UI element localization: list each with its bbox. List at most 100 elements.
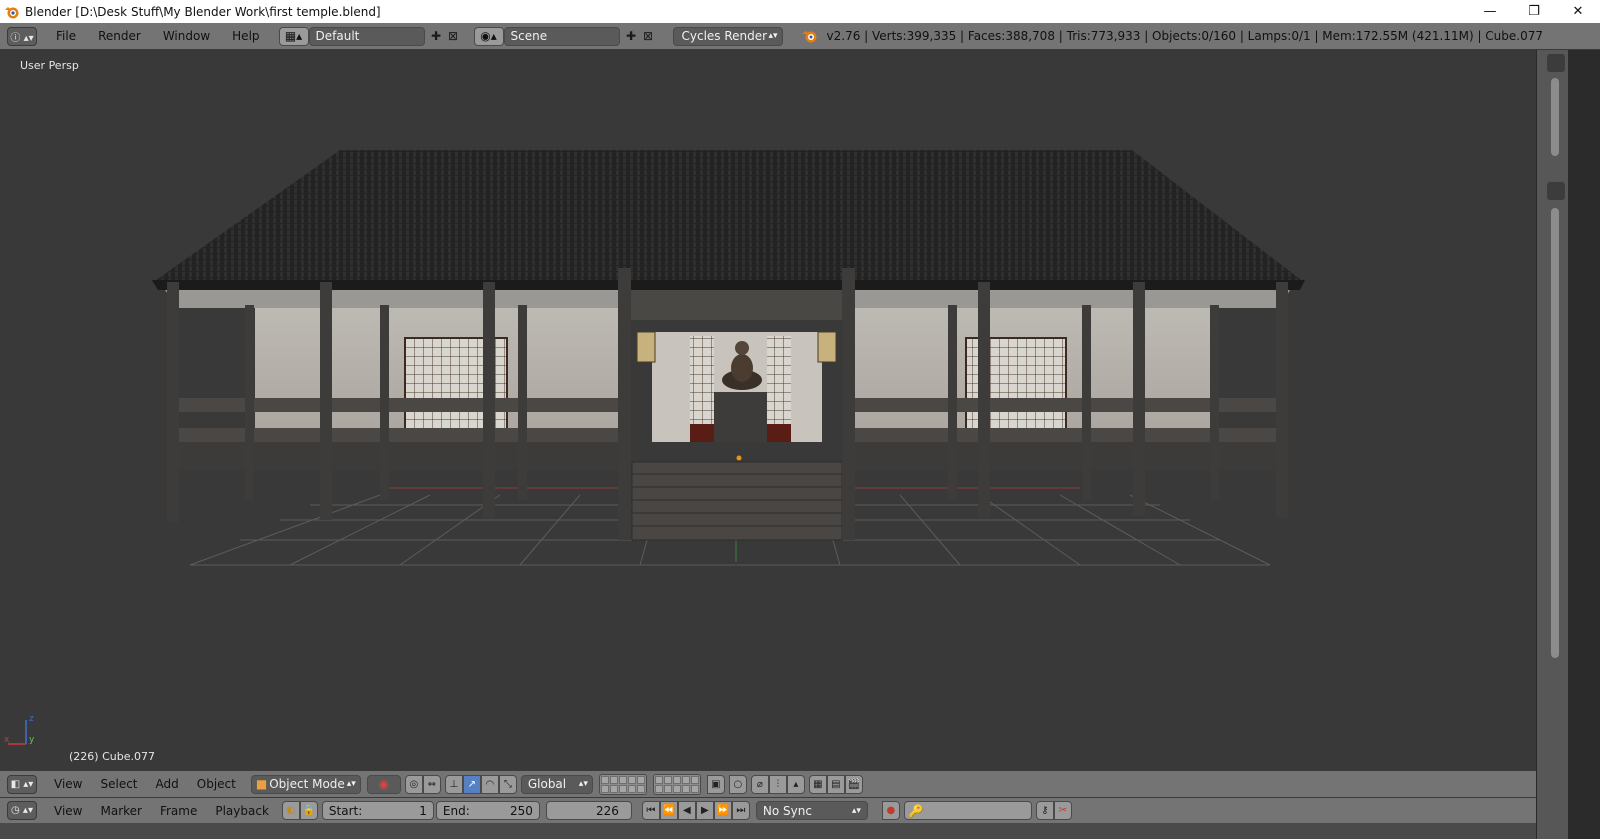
- menu-frame[interactable]: Frame: [151, 804, 206, 818]
- close-button[interactable]: ✕: [1556, 0, 1600, 23]
- end-label: End:: [442, 803, 470, 818]
- transform-orientation-dropdown[interactable]: Global ▴▾: [520, 774, 593, 794]
- menu-render[interactable]: Render: [87, 29, 152, 43]
- remove-scene-icon[interactable]: ⊠: [640, 28, 657, 45]
- object-origin-dot: [736, 455, 742, 461]
- translate-manipulator-icon[interactable]: ↗: [462, 774, 481, 794]
- menu-select[interactable]: Select: [91, 777, 146, 791]
- bottom-strip: [0, 823, 1536, 839]
- pivot-group: ◎ ⇔: [404, 774, 441, 794]
- keying-set-field[interactable]: 🔑: [903, 801, 1032, 820]
- editor-type-info-button[interactable]: ⓘ ▴▾: [7, 26, 37, 46]
- layer-lock-icon[interactable]: ▣: [706, 774, 725, 794]
- menu-view[interactable]: View: [45, 777, 91, 791]
- sync-mode-dropdown[interactable]: No Sync ▴▾: [755, 801, 868, 820]
- lantern-left: [636, 331, 656, 363]
- properties-panel-strip[interactable]: [1536, 50, 1568, 839]
- properties-scrollbar[interactable]: [1551, 208, 1559, 658]
- properties-icon[interactable]: [1547, 182, 1565, 200]
- prev-keyframe-icon[interactable]: ⏪: [659, 801, 678, 820]
- menu-object[interactable]: Object: [188, 777, 245, 791]
- keying-set-icon: 🔑: [908, 803, 924, 818]
- editor-type-3d-view-button[interactable]: ◧ ▴▾: [7, 774, 37, 794]
- play-icon[interactable]: ▶: [695, 801, 714, 820]
- start-value: 1: [419, 803, 427, 818]
- menu-playback[interactable]: Playback: [206, 804, 278, 818]
- opengl-animation-icon[interactable]: ▤: [826, 774, 845, 794]
- scale-manipulator-icon[interactable]: ⤡: [498, 774, 517, 794]
- start-frame-field[interactable]: Start: 1: [321, 801, 434, 820]
- rotate-manipulator-icon[interactable]: ◠: [480, 774, 499, 794]
- menu-add[interactable]: Add: [147, 777, 188, 791]
- screen-layout-name: Default: [315, 29, 360, 43]
- scene-browse-button[interactable]: ◉▴: [473, 26, 504, 46]
- snapping-group: ⌀ ⫶ ▴: [750, 774, 805, 794]
- outliner-scrollbar[interactable]: [1551, 78, 1559, 156]
- scene-statistics: v2.76 | Verts:399,335 | Faces:388,708 | …: [826, 29, 1544, 43]
- proportional-editing-icon[interactable]: ○: [728, 774, 747, 794]
- interaction-mode-dropdown[interactable]: ■ Object Mode ▴▾: [250, 774, 361, 794]
- menu-window[interactable]: Window: [152, 29, 221, 43]
- menu-file[interactable]: File: [45, 29, 87, 43]
- opengl-render-icon[interactable]: ▦: [808, 774, 827, 794]
- use-preview-range-icon[interactable]: ◐: [281, 801, 300, 820]
- remove-screen-icon[interactable]: ⊠: [445, 28, 462, 45]
- snap-target-icon[interactable]: ▴: [786, 774, 805, 794]
- end-frame-field[interactable]: End: 250: [435, 801, 540, 820]
- screen-layout-field[interactable]: Default: [308, 26, 425, 46]
- clapper-icon[interactable]: 🎬: [844, 774, 863, 794]
- axis-gizmo: z y x: [4, 714, 35, 745]
- add-scene-icon[interactable]: ✚: [623, 28, 640, 45]
- menu-timeline-view[interactable]: View: [45, 804, 91, 818]
- axis-y-label: y: [29, 735, 35, 745]
- screen-layout-browse-button[interactable]: ▦▴: [278, 26, 309, 46]
- manipulate-centers-icon[interactable]: ⇔: [422, 774, 441, 794]
- snap-element-icon[interactable]: ⫶: [768, 774, 787, 794]
- menu-marker[interactable]: Marker: [91, 804, 150, 818]
- info-icon: ⓘ ▴▾: [10, 32, 34, 44]
- pivot-point-icon[interactable]: ◎: [404, 774, 423, 794]
- manipulator-toggle-icon[interactable]: ⊥: [444, 774, 463, 794]
- scene-layers-b[interactable]: [652, 773, 701, 795]
- current-frame-value: 226: [596, 803, 619, 818]
- 3d-view-menu: View Select Add Object: [45, 777, 245, 791]
- restore-button[interactable]: ❐: [1512, 0, 1556, 23]
- menu-help[interactable]: Help: [221, 29, 270, 43]
- delete-keyframe-icon[interactable]: ✂: [1053, 801, 1072, 820]
- lock-time-cursor-icon[interactable]: 🔒: [299, 801, 318, 820]
- lantern-right: [817, 331, 837, 363]
- jump-start-icon[interactable]: ⏮: [641, 801, 660, 820]
- record-group: ●: [881, 801, 900, 820]
- layout-grid-icon: ▦▴: [284, 29, 303, 43]
- editor-type-timeline-button[interactable]: ◷ ▴▾: [7, 801, 37, 820]
- record-keyframe-icon[interactable]: ●: [881, 801, 900, 820]
- transform-orientation-label: Global: [527, 777, 567, 791]
- outliner-icon[interactable]: [1547, 54, 1565, 72]
- play-reverse-icon[interactable]: ◀: [677, 801, 696, 820]
- temple-roof: [152, 150, 1305, 283]
- render-engine-dropdown[interactable]: Cycles Render ▴▾: [672, 26, 783, 46]
- scene-layers-a[interactable]: [598, 773, 647, 795]
- window-title: Blender [D:\Desk Stuff\My Blender Work\f…: [25, 4, 381, 19]
- view-tools-group: ▣: [706, 774, 725, 794]
- render-engine-label: Cycles Render: [681, 29, 768, 43]
- add-screen-icon[interactable]: ✚: [428, 28, 445, 45]
- viewport-shading-dropdown[interactable]: ◉: [366, 774, 401, 794]
- render-preview-group: ▦ ▤ 🎬: [808, 774, 863, 794]
- cube-icon: ◧ ▴▾: [10, 778, 34, 790]
- jump-end-icon[interactable]: ⏭: [731, 801, 750, 820]
- sync-mode-label: No Sync: [762, 803, 812, 818]
- entrance-stairs: [631, 461, 843, 541]
- shading-sphere-icon: ◉: [378, 777, 390, 791]
- next-keyframe-icon[interactable]: ⏩: [713, 801, 732, 820]
- snap-magnet-icon[interactable]: ⌀: [750, 774, 769, 794]
- playback-controls: ⏮ ⏪ ◀ ▶ ⏩ ⏭: [641, 801, 750, 820]
- current-frame-field[interactable]: 226: [545, 801, 632, 820]
- scene-field[interactable]: Scene: [503, 26, 620, 46]
- blender-logo-icon: [801, 31, 817, 43]
- insert-keyframe-icon[interactable]: ⚷: [1035, 801, 1054, 820]
- window-title-bar: Blender [D:\Desk Stuff\My Blender Work\f…: [0, 0, 1600, 23]
- scene-name: Scene: [510, 29, 548, 43]
- 3d-viewport[interactable]: User Persp z y x (226) Cube.077: [0, 50, 1568, 786]
- minimize-button[interactable]: —: [1468, 0, 1512, 23]
